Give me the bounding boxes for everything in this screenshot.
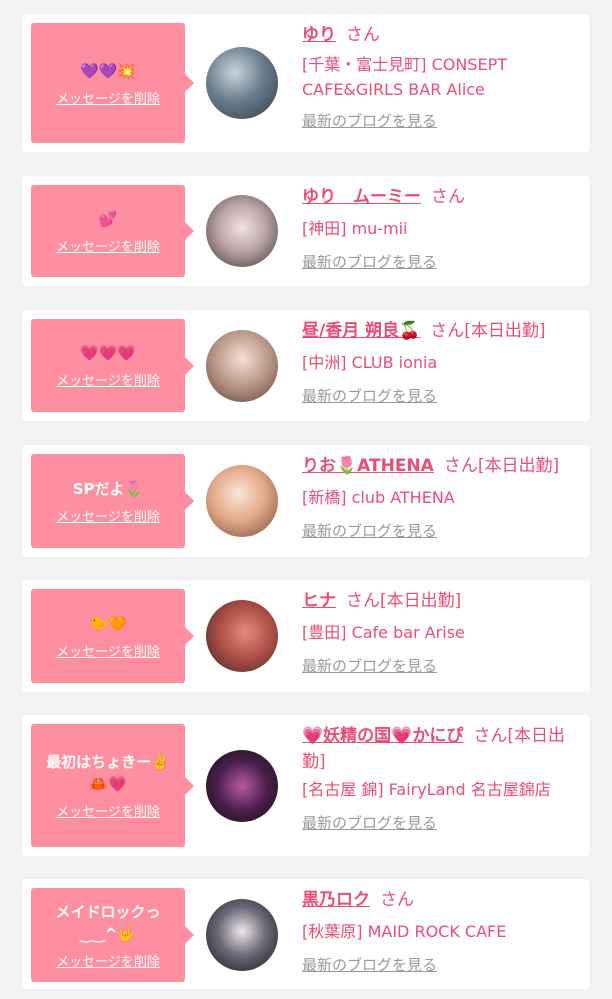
cast-info: ヒナ さん[本日出勤] [豊田] Cafe bar Arise 最新のブログを見る (302, 588, 582, 677)
delete-message-link[interactable]: メッセージを削除 (56, 236, 160, 255)
name-line: ゆり さん (302, 22, 582, 48)
avatar[interactable] (206, 899, 278, 971)
message-text: 💕 (98, 209, 118, 228)
message-text: SPだよ🌷 (72, 479, 144, 498)
honorific: さん (346, 25, 380, 45)
cast-info: りお🌷ATHENA さん[本日出勤] [新橋] club ATHENA 最新のブロ… (302, 453, 582, 542)
cast-name-link[interactable]: 💗妖精の国💗かにぴ (302, 726, 463, 746)
avatar[interactable] (206, 47, 278, 119)
cast-info: ゆり ムーミー さん [神田] mu-mii 最新のブログを見る (302, 184, 582, 273)
delete-message-link[interactable]: メッセージを削除 (56, 641, 160, 660)
honorific: さん (430, 321, 465, 341)
cast-name-link[interactable]: ヒナ (302, 591, 336, 611)
shop-name: [神田] mu-mii (302, 219, 408, 238)
message-bubble: メイドロックっ‿‿^🤟 メッセージを削除 (31, 888, 194, 982)
delete-message-link[interactable]: メッセージを削除 (56, 506, 160, 525)
cast-name-link[interactable]: ゆり ムーミー (302, 187, 421, 207)
cast-info: 昼/香月 朔良🍒 さん[本日出勤] [中洲] CLUB ionia 最新のブログを… (302, 318, 582, 407)
message-bubble: 💕 メッセージを削除 (31, 185, 194, 277)
cast-name-link[interactable]: 昼/香月 朔良🍒 (302, 321, 420, 341)
list-item: 🐤🧡 メッセージを削除 ヒナ さん[本日出勤] [豊田] Cafe bar Ari… (22, 580, 590, 692)
avatar[interactable] (206, 330, 278, 402)
name-line: 昼/香月 朔良🍒 さん[本日出勤] (302, 318, 582, 344)
message-text: 🐤🧡 (89, 614, 127, 633)
honorific: さん (380, 890, 414, 910)
list-item: 最初はちょきー✌️🦀💗 メッセージを削除 💗妖精の国💗かにぴ さん[本日出勤] [… (22, 715, 590, 856)
delete-message-link[interactable]: メッセージを削除 (56, 801, 160, 820)
shop-name: [豊田] Cafe bar Arise (302, 623, 465, 642)
cast-info: 💗妖精の国💗かにぴ さん[本日出勤] [名古屋 錦] FairyLand 名古屋錦… (302, 723, 582, 834)
blog-link[interactable]: 最新のブログを見る (302, 954, 582, 976)
work-status: [本日出勤] (464, 321, 546, 341)
message-text: 最初はちょきー✌️🦀💗 (46, 753, 170, 793)
name-line: りお🌷ATHENA さん[本日出勤] (302, 453, 582, 479)
cast-info: 黒乃ロク さん [秋葉原] MAID ROCK CAFE 最新のブログを見る (302, 887, 582, 976)
list-item: 💜💜💥 メッセージを削除 ゆり さん [千葉・富士見町] CONSEPT CAFE… (22, 14, 590, 152)
name-line: ゆり ムーミー さん (302, 184, 582, 210)
name-line: 黒乃ロク さん (302, 887, 582, 913)
avatar[interactable] (206, 600, 278, 672)
honorific: さん (431, 187, 465, 207)
message-bubble: 最初はちょきー✌️🦀💗 メッセージを削除 (31, 724, 194, 847)
shop-name: [千葉・富士見町] CONSEPT CAFE&GIRLS BAR Alice (302, 55, 507, 99)
cast-name-link[interactable]: 黒乃ロク (302, 890, 370, 910)
message-bubble: 🐤🧡 メッセージを削除 (31, 589, 194, 683)
honorific: さん (443, 456, 478, 476)
honorific: さん (473, 726, 508, 746)
delete-message-link[interactable]: メッセージを削除 (56, 951, 160, 970)
work-status: [本日出勤] (477, 456, 560, 476)
list-item: 💕 メッセージを削除 ゆり ムーミー さん [神田] mu-mii 最新のブログを… (22, 176, 590, 286)
message-text: メイドロックっ‿‿^🤟 (55, 902, 161, 943)
message-bubble: SPだよ🌷 メッセージを削除 (31, 454, 194, 548)
blog-link[interactable]: 最新のブログを見る (302, 110, 582, 132)
shop-name: [秋葉原] MAID ROCK CAFE (302, 922, 507, 941)
work-status: [本日出勤] (380, 591, 462, 611)
avatar[interactable] (206, 465, 278, 537)
delete-message-link[interactable]: メッセージを削除 (56, 88, 160, 107)
blog-link[interactable]: 最新のブログを見る (302, 812, 582, 834)
delete-message-link[interactable]: メッセージを削除 (56, 370, 160, 389)
message-bubble: 💗💗💗 メッセージを削除 (31, 319, 194, 412)
name-line: ヒナ さん[本日出勤] (302, 588, 582, 614)
blog-link[interactable]: 最新のブログを見る (302, 385, 582, 407)
message-bubble: 💜💜💥 メッセージを削除 (31, 23, 194, 143)
shop-name: [名古屋 錦] FairyLand 名古屋錦店 (302, 780, 551, 799)
blog-link[interactable]: 最新のブログを見る (302, 655, 582, 677)
shop-name: [新橋] club ATHENA (302, 488, 455, 507)
cast-info: ゆり さん [千葉・富士見町] CONSEPT CAFE&GIRLS BAR Al… (302, 22, 582, 132)
cast-name-link[interactable]: りお🌷ATHENA (302, 456, 434, 476)
list-item: 💗💗💗 メッセージを削除 昼/香月 朔良🍒 さん[本日出勤] [中洲] CLUB … (22, 310, 590, 421)
name-line: 💗妖精の国💗かにぴ さん[本日出勤] (302, 723, 582, 775)
message-text: 💜💜💥 (79, 61, 137, 80)
avatar[interactable] (206, 750, 278, 822)
message-list: 💜💜💥 メッセージを削除 ゆり さん [千葉・富士見町] CONSEPT CAFE… (0, 0, 612, 999)
shop-name: [中洲] CLUB ionia (302, 353, 438, 372)
blog-link[interactable]: 最新のブログを見る (302, 520, 582, 542)
list-item: メイドロックっ‿‿^🤟 メッセージを削除 黒乃ロク さん [秋葉原] MAID R… (22, 879, 590, 989)
blog-link[interactable]: 最新のブログを見る (302, 251, 582, 273)
list-item: SPだよ🌷 メッセージを削除 りお🌷ATHENA さん[本日出勤] [新橋] cl… (22, 445, 590, 557)
avatar[interactable] (206, 195, 278, 267)
honorific: さん (346, 591, 380, 611)
message-text: 💗💗💗 (79, 344, 137, 362)
cast-name-link[interactable]: ゆり (302, 25, 336, 45)
